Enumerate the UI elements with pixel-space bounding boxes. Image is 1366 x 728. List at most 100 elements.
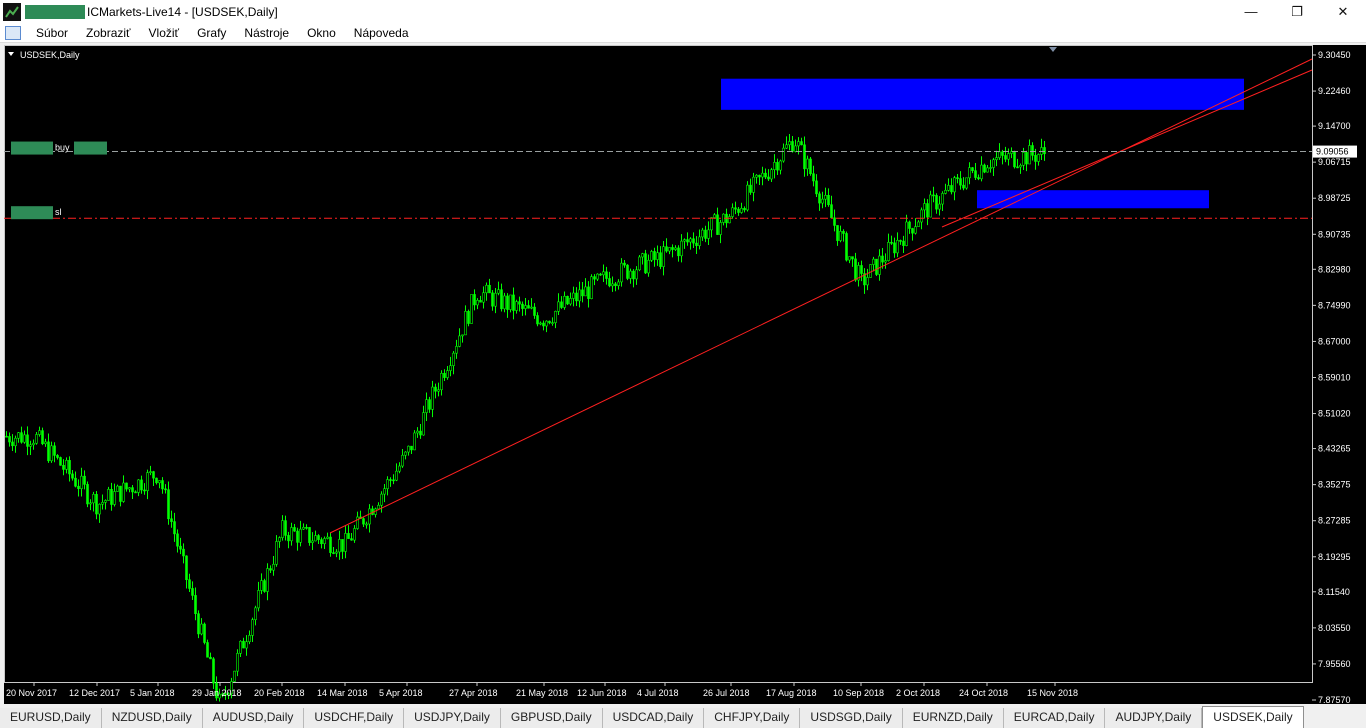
candle-body — [596, 273, 599, 280]
candle-body — [719, 222, 722, 235]
tab-gbpusd[interactable]: GBPUSD,Daily — [500, 708, 603, 728]
candle-body — [395, 470, 398, 481]
candle-body — [338, 539, 341, 553]
candle-body — [497, 289, 500, 294]
candle-body — [551, 322, 554, 324]
candle-body — [434, 386, 437, 392]
candle-body — [242, 640, 245, 649]
candle-body — [98, 503, 101, 515]
candle-body — [1031, 145, 1034, 156]
candle-body — [641, 253, 644, 258]
candle-body — [905, 221, 908, 246]
chart-window-icon[interactable] — [5, 25, 21, 40]
candle-body — [695, 242, 698, 246]
candle-body — [896, 240, 899, 254]
candle-body — [365, 523, 368, 526]
candle-body — [401, 454, 404, 467]
candle-body — [1004, 155, 1007, 160]
menu-window[interactable]: Okno — [298, 23, 345, 43]
candle-body — [332, 552, 335, 554]
tab-usdchf[interactable]: USDCHF,Daily — [304, 708, 405, 728]
candle-body — [956, 177, 959, 179]
candle-body — [779, 160, 782, 171]
x-tick-label: 20 Feb 2018 — [254, 688, 305, 698]
tab-audjpy[interactable]: AUDJPY,Daily — [1105, 708, 1203, 728]
tab-eurnzd[interactable]: EURNZD,Daily — [902, 708, 1004, 728]
menu-view[interactable]: Zobraziť — [77, 23, 140, 43]
menu-file[interactable]: Súbor — [27, 23, 77, 43]
candle-body — [635, 269, 638, 280]
tab-audusd[interactable]: AUDUSD,Daily — [202, 708, 305, 728]
candle-body — [128, 487, 131, 490]
candle-body — [989, 167, 992, 169]
candle-body — [809, 158, 812, 175]
candle-body — [908, 221, 911, 229]
tab-usdcad[interactable]: USDCAD,Daily — [602, 708, 705, 728]
candle-body — [380, 493, 383, 506]
menu-insert[interactable]: Vložiť — [140, 23, 189, 43]
candle-body — [257, 590, 260, 609]
candle-body — [125, 482, 128, 490]
candle-body — [980, 164, 983, 180]
candle-body — [986, 167, 989, 173]
candle-body — [293, 527, 296, 532]
y-tick-label: 9.30450 — [1318, 50, 1351, 60]
candle-body — [527, 305, 530, 309]
candle-body — [848, 256, 851, 261]
candle-body — [806, 158, 809, 170]
tab-usdsek[interactable]: USDSEK,Daily — [1202, 706, 1304, 728]
candle-body — [773, 162, 776, 170]
candle-body — [578, 289, 581, 302]
x-tick-label: 4 Jul 2018 — [637, 688, 679, 698]
candle-body — [266, 568, 269, 592]
candle-body — [296, 530, 299, 543]
candle-body — [176, 533, 179, 547]
menu-tools[interactable]: Nástroje — [235, 23, 298, 43]
window-title: ICMarkets-Live14 - [USDSEK,Daily] — [87, 4, 278, 19]
candle-body — [41, 430, 44, 445]
candle-body — [494, 292, 497, 307]
candle-body — [602, 271, 605, 276]
candle-body — [368, 508, 371, 525]
close-button[interactable]: ✕ — [1320, 0, 1366, 23]
candle-body — [149, 471, 152, 473]
candle-body — [995, 157, 998, 161]
candle-body — [89, 502, 92, 505]
buy-label-box-right — [74, 141, 107, 155]
candle-body — [644, 253, 647, 274]
tab-chfjpy[interactable]: CHFJPY,Daily — [704, 708, 801, 728]
candle-body — [974, 170, 977, 178]
candle-body — [515, 301, 518, 311]
chart-area[interactable]: buy sl 9.30450 9.22460 9.14700 9.06715 8.9872… — [4, 45, 1366, 704]
menu-help[interactable]: Nápoveda — [345, 23, 418, 43]
candle-body — [860, 265, 863, 274]
candle-body — [134, 491, 137, 494]
maximize-button[interactable]: ❐ — [1274, 0, 1320, 23]
menu-charts[interactable]: Grafy — [188, 23, 235, 43]
candle-body — [557, 301, 560, 312]
candle-body — [536, 315, 539, 325]
tab-eurcad[interactable]: EURCAD,Daily — [1003, 708, 1106, 728]
candle-body — [659, 252, 662, 267]
candle-body — [854, 258, 857, 281]
x-tick-label: 12 Dec 2017 — [69, 688, 120, 698]
tab-usdjpy[interactable]: USDJPY,Daily — [404, 708, 501, 728]
symbol-label: USDSEK,Daily — [20, 50, 80, 60]
x-tick-label: 29 Jan 2018 — [192, 688, 242, 698]
minimize-button[interactable]: — — [1228, 0, 1274, 23]
tab-usdsgd[interactable]: USDSGD,Daily — [800, 708, 903, 728]
candle-body — [461, 334, 464, 337]
x-tick-label: 27 Apr 2018 — [449, 688, 498, 698]
price-chart[interactable]: buy sl 9.30450 9.22460 9.14700 9.06715 8.9872… — [4, 45, 1366, 704]
x-tick-label: 26 Jul 2018 — [703, 688, 750, 698]
chart-tab-bar: EURUSD,Daily NZDUSD,Daily AUDUSD,Daily U… — [0, 706, 1366, 728]
candle-body — [44, 441, 47, 445]
candle-body — [542, 322, 545, 327]
candle-body — [194, 595, 197, 614]
buy-label-box — [11, 141, 53, 155]
candle-body — [83, 475, 86, 485]
candle-body — [731, 207, 734, 217]
tab-nzdusd[interactable]: NZDUSD,Daily — [101, 708, 203, 728]
candle-body — [158, 480, 161, 484]
tab-eurusd[interactable]: EURUSD,Daily — [0, 708, 102, 728]
